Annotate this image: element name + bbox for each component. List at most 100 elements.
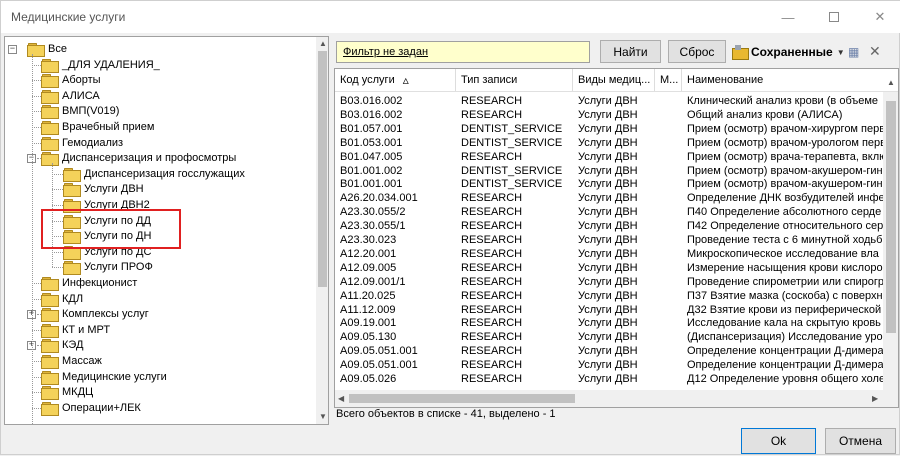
- cell-code[interactable]: B03.016.002: [340, 109, 458, 121]
- cell-kind[interactable]: Услуги ДВН: [578, 137, 658, 149]
- cell-code[interactable]: A09.05.051.001: [340, 345, 458, 357]
- scroll-left-icon[interactable]: ◀: [338, 394, 344, 403]
- cell-type[interactable]: RESEARCH: [461, 262, 576, 274]
- cell-type[interactable]: RESEARCH: [461, 220, 576, 232]
- cell-code[interactable]: B01.053.001: [340, 137, 458, 149]
- cell-type[interactable]: RESEARCH: [461, 234, 576, 246]
- cell-code[interactable]: A26.20.034.001: [340, 192, 458, 204]
- collapse-icon[interactable]: −: [8, 45, 17, 54]
- cell-kind[interactable]: Услуги ДВН: [578, 262, 658, 274]
- cell-kind[interactable]: Услуги ДВН: [578, 345, 658, 357]
- cell-code[interactable]: A11.12.009: [340, 304, 458, 316]
- tree-item[interactable]: Массаж: [41, 353, 102, 369]
- cell-code[interactable]: B01.057.001: [340, 123, 458, 135]
- cell-kind[interactable]: Услуги ДВН: [578, 359, 658, 371]
- tree-item[interactable]: Операции+ЛЕК: [41, 400, 141, 416]
- column-header-code[interactable]: Код услуги ▵: [335, 69, 456, 91]
- scroll-down-icon[interactable]: ▼: [319, 412, 327, 421]
- tree-item[interactable]: Медицинские услуги: [41, 369, 167, 385]
- cell-type[interactable]: RESEARCH: [461, 192, 576, 204]
- tree-item[interactable]: Инфекционист: [41, 275, 137, 291]
- cell-name[interactable]: Д32 Взятие крови из периферической: [687, 304, 883, 316]
- tree-scrollbar[interactable]: ▲ ▼: [316, 37, 328, 424]
- cell-name[interactable]: Микроскопическое исследование вла: [687, 248, 883, 260]
- cell-code[interactable]: A11.20.025: [340, 290, 458, 302]
- tree-item[interactable]: АЛИСА: [41, 88, 100, 104]
- tree-item[interactable]: _ДЛЯ УДАЛЕНИЯ_: [41, 57, 160, 73]
- cell-type[interactable]: RESEARCH: [461, 317, 576, 329]
- cell-type[interactable]: DENTIST_SERVICE: [461, 137, 576, 149]
- tree-item[interactable]: КДЛ: [41, 291, 83, 307]
- tree-item[interactable]: Услуги ДВН: [63, 181, 144, 197]
- filter-field[interactable]: Фильтр не задан: [336, 41, 590, 63]
- cell-type[interactable]: RESEARCH: [461, 331, 576, 343]
- cell-code[interactable]: A09.05.026: [340, 373, 458, 385]
- cell-name[interactable]: П40 Определение абсолютного серде: [687, 206, 883, 218]
- cell-type[interactable]: RESEARCH: [461, 304, 576, 316]
- cell-name[interactable]: Общий анализ крови (АЛИСА): [687, 109, 883, 121]
- cell-kind[interactable]: Услуги ДВН: [578, 317, 658, 329]
- cell-code[interactable]: A09.19.001: [340, 317, 458, 329]
- cell-name[interactable]: Прием (осмотр) врачом-акушером-гин: [687, 178, 883, 190]
- cell-code[interactable]: B03.016.002: [340, 95, 458, 107]
- table-hscroll-thumb[interactable]: [349, 394, 575, 403]
- minimize-button[interactable]: —: [765, 1, 811, 33]
- cell-kind[interactable]: Услуги ДВН: [578, 165, 658, 177]
- cell-name[interactable]: Исследование кала на скрытую кровь: [687, 317, 883, 329]
- tree-item[interactable]: Врачебный прием: [41, 119, 154, 135]
- tree-item[interactable]: МКДЦ: [41, 384, 93, 400]
- cell-code[interactable]: A23.30.023: [340, 234, 458, 246]
- cell-kind[interactable]: Услуги ДВН: [578, 290, 658, 302]
- cell-type[interactable]: RESEARCH: [461, 248, 576, 260]
- table-horizontal-scrollbar[interactable]: ◀ ▶: [335, 390, 883, 407]
- tree-item[interactable]: Услуги ПРОФ: [63, 259, 153, 275]
- cell-code[interactable]: A12.09.005: [340, 262, 458, 274]
- cell-type[interactable]: DENTIST_SERVICE: [461, 165, 576, 177]
- cell-name[interactable]: П42 Определение относительного серд: [687, 220, 883, 232]
- cell-type[interactable]: DENTIST_SERVICE: [461, 123, 576, 135]
- cell-type[interactable]: RESEARCH: [461, 359, 576, 371]
- cell-kind[interactable]: Услуги ДВН: [578, 276, 658, 288]
- cell-code[interactable]: B01.001.002: [340, 165, 458, 177]
- cell-code[interactable]: A23.30.055/1: [340, 220, 458, 232]
- cell-name[interactable]: Прием (осмотр) врачом-урологом перв: [687, 137, 883, 149]
- cell-name[interactable]: Клинический анализ крови (в объеме: [687, 95, 883, 107]
- cell-name[interactable]: Проведение спирометрии или спирогр: [687, 276, 883, 288]
- tree-scroll-thumb[interactable]: [318, 51, 327, 287]
- tree-item[interactable]: Комплексы услуг: [41, 306, 149, 322]
- cell-name[interactable]: Д12 Определение уровня общего холе: [687, 373, 883, 385]
- tree-item[interactable]: КТ и МРТ: [41, 322, 110, 338]
- column-header-name[interactable]: Наименование: [682, 69, 883, 91]
- tree-item[interactable]: Аборты: [41, 72, 101, 88]
- tree-item[interactable]: ВМП(V019): [41, 103, 119, 119]
- column-header-m[interactable]: М...: [655, 69, 682, 91]
- tree-item[interactable]: Диспансеризация и профосмотры: [41, 150, 236, 166]
- ok-button[interactable]: Ok: [741, 428, 816, 454]
- column-header-kinds[interactable]: Виды медиц...: [573, 69, 655, 91]
- cell-code[interactable]: B01.047.005: [340, 151, 458, 163]
- cell-kind[interactable]: Услуги ДВН: [578, 192, 658, 204]
- cell-kind[interactable]: Услуги ДВН: [578, 95, 658, 107]
- cell-name[interactable]: Определение концентрации Д-димера: [687, 359, 883, 371]
- cell-type[interactable]: RESEARCH: [461, 95, 576, 107]
- cell-type[interactable]: RESEARCH: [461, 290, 576, 302]
- cell-type[interactable]: RESEARCH: [461, 109, 576, 121]
- cell-name[interactable]: Определение концентрации Д-димера: [687, 345, 883, 357]
- cell-code[interactable]: B01.001.001: [340, 178, 458, 190]
- cell-type[interactable]: RESEARCH: [461, 276, 576, 288]
- cell-kind[interactable]: Услуги ДВН: [578, 220, 658, 232]
- cell-code[interactable]: A12.09.001/1: [340, 276, 458, 288]
- find-button[interactable]: Найти: [600, 40, 661, 63]
- column-header-type[interactable]: Тип записи: [456, 69, 573, 91]
- reset-button[interactable]: Сброс: [668, 40, 726, 63]
- cell-name[interactable]: (Диспансеризация) Исследование уро: [687, 331, 883, 343]
- cell-type[interactable]: RESEARCH: [461, 151, 576, 163]
- tree-item[interactable]: Диспансеризация госслужащих: [63, 166, 245, 182]
- columns-icon[interactable]: ▦: [848, 45, 862, 59]
- cell-name[interactable]: Определение ДНК возбудителей инфе: [687, 192, 883, 204]
- cell-type[interactable]: RESEARCH: [461, 373, 576, 385]
- cell-kind[interactable]: Услуги ДВН: [578, 178, 658, 190]
- scroll-up-icon[interactable]: ▲: [319, 39, 327, 48]
- tree-item[interactable]: Гемодиализ: [41, 135, 123, 151]
- cell-kind[interactable]: Услуги ДВН: [578, 248, 658, 260]
